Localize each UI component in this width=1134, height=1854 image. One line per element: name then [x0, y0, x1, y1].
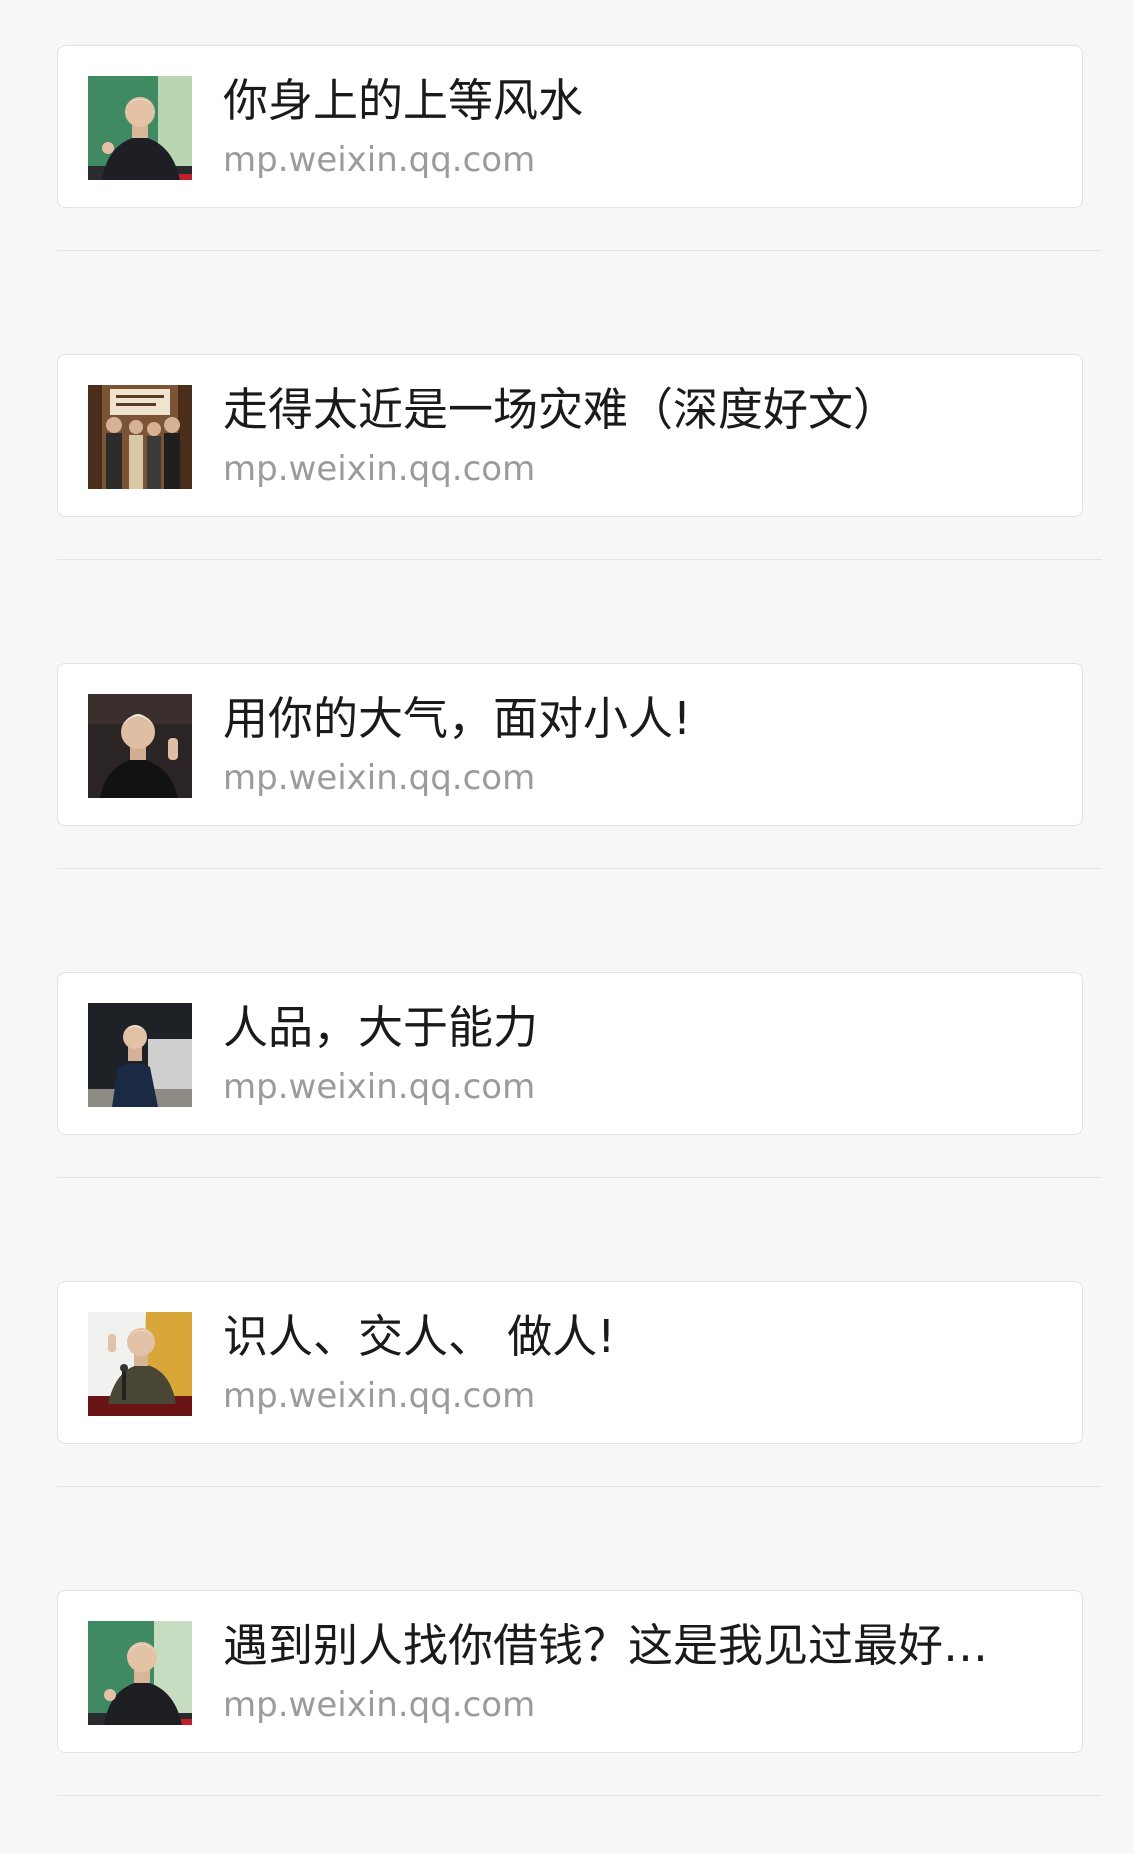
- article-link-card[interactable]: 走得太近是一场灾难（深度好文） mp.weixin.qq.com: [57, 354, 1083, 517]
- divider: [57, 250, 1102, 251]
- article-thumbnail: [88, 694, 192, 798]
- article-title: 人品，大于能力: [223, 1001, 539, 1054]
- article-source-domain: mp.weixin.qq.com: [223, 1067, 536, 1107]
- article-source-domain: mp.weixin.qq.com: [223, 1376, 536, 1416]
- article-thumbnail: [88, 1003, 192, 1107]
- article-title: 识人、交人、 做人!: [223, 1310, 616, 1363]
- feed-item: 走得太近是一场灾难（深度好文） mp.weixin.qq.com: [0, 309, 1134, 618]
- article-thumbnail: [88, 76, 192, 180]
- divider: [57, 1486, 1102, 1487]
- divider: [57, 559, 1102, 560]
- article-link-card[interactable]: 用你的大气，面对小人! mp.weixin.qq.com: [57, 663, 1083, 826]
- divider: [57, 1795, 1102, 1796]
- divider: [57, 1177, 1102, 1178]
- feed-item: 遇到别人找你借钱？这是我见过最好… mp.weixin.qq.com: [0, 1545, 1134, 1854]
- shared-links-feed: 你身上的上等风水 mp.weixin.qq.com 走得太近是一场灾难（深度好文…: [0, 0, 1134, 1848]
- article-link-card[interactable]: 你身上的上等风水 mp.weixin.qq.com: [57, 45, 1083, 208]
- article-source-domain: mp.weixin.qq.com: [223, 758, 536, 798]
- article-title: 用你的大气，面对小人!: [223, 692, 692, 745]
- feed-item: 你身上的上等风水 mp.weixin.qq.com: [0, 0, 1134, 309]
- article-source-domain: mp.weixin.qq.com: [223, 449, 536, 489]
- feed-item: 识人、交人、 做人! mp.weixin.qq.com: [0, 1236, 1134, 1545]
- article-source-domain: mp.weixin.qq.com: [223, 1685, 536, 1725]
- article-link-card[interactable]: 识人、交人、 做人! mp.weixin.qq.com: [57, 1281, 1083, 1444]
- article-thumbnail: [88, 1312, 192, 1416]
- divider: [57, 868, 1102, 869]
- article-source-domain: mp.weixin.qq.com: [223, 140, 536, 180]
- feed-item: 用你的大气，面对小人! mp.weixin.qq.com: [0, 618, 1134, 927]
- feed-item: 人品，大于能力 mp.weixin.qq.com: [0, 927, 1134, 1236]
- article-thumbnail: [88, 1621, 192, 1725]
- article-title: 走得太近是一场灾难（深度好文）: [223, 383, 899, 436]
- article-link-card[interactable]: 人品，大于能力 mp.weixin.qq.com: [57, 972, 1083, 1135]
- article-link-card[interactable]: 遇到别人找你借钱？这是我见过最好… mp.weixin.qq.com: [57, 1590, 1083, 1753]
- article-title: 你身上的上等风水: [223, 74, 584, 127]
- article-thumbnail: [88, 385, 192, 489]
- article-title: 遇到别人找你借钱？这是我见过最好…: [223, 1619, 989, 1672]
